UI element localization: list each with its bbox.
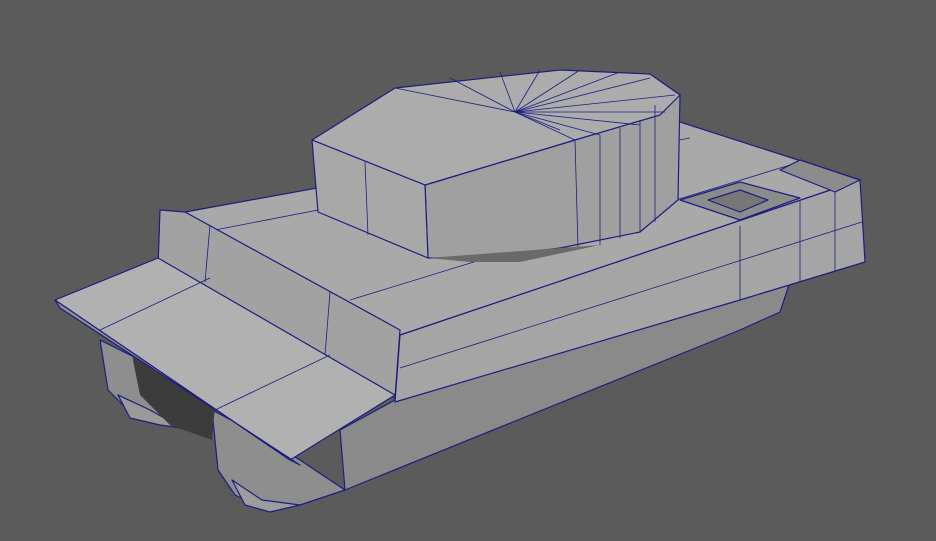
tank-model[interactable]	[0, 0, 936, 541]
3d-viewport[interactable]	[0, 0, 936, 541]
turret	[311, 69, 681, 262]
